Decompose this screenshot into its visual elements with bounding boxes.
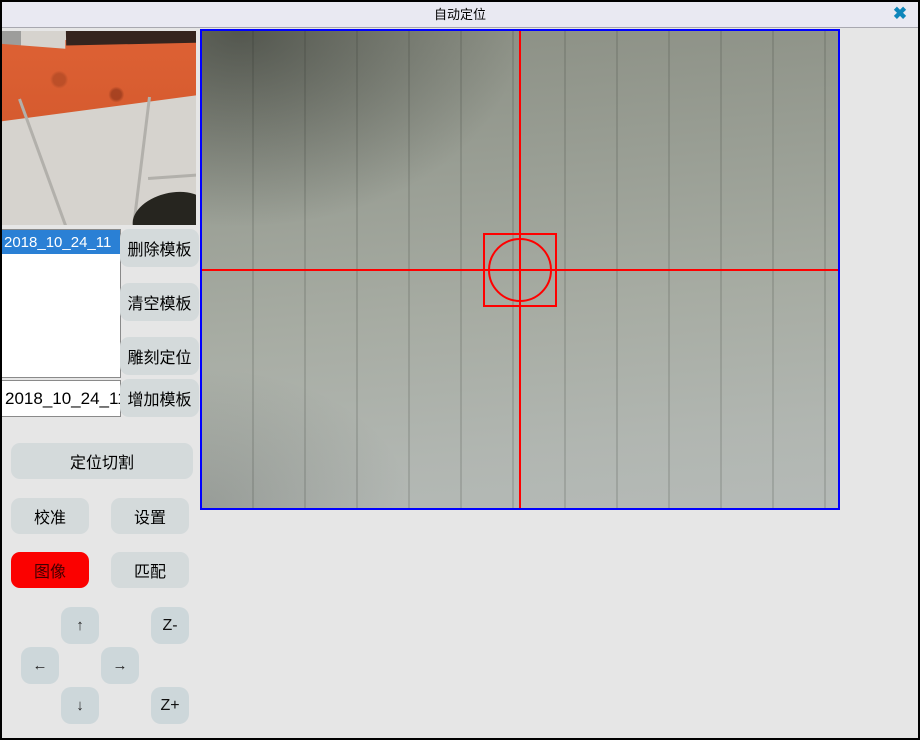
z-minus-button[interactable]: Z- bbox=[151, 607, 189, 644]
image-button[interactable]: 图像 bbox=[11, 552, 89, 588]
thumbnail-orange-beam bbox=[2, 40, 196, 128]
jog-down-button[interactable]: ↓ bbox=[61, 687, 99, 724]
z-plus-button[interactable]: Z+ bbox=[151, 687, 189, 724]
auto-positioning-dialog: 自动定位 ✖ 2018_10_24_11 删除模板 清空模板 雕刻定位 增加模板… bbox=[0, 0, 920, 740]
list-item[interactable]: 2018_10_24_11 bbox=[2, 230, 120, 254]
clear-templates-button[interactable]: 清空模板 bbox=[120, 283, 199, 321]
target-circle bbox=[488, 238, 552, 302]
settings-button[interactable]: 设置 bbox=[111, 498, 189, 534]
title-bar: 自动定位 ✖ bbox=[0, 0, 920, 28]
add-template-button[interactable]: 增加模板 bbox=[120, 379, 199, 417]
calibrate-button[interactable]: 校准 bbox=[11, 498, 89, 534]
window-title: 自动定位 bbox=[434, 4, 486, 23]
camera-view[interactable] bbox=[200, 29, 840, 510]
jog-up-button[interactable]: ↑ bbox=[61, 607, 99, 644]
template-name-field[interactable] bbox=[1, 380, 121, 417]
match-button[interactable]: 匹配 bbox=[111, 552, 189, 588]
template-list[interactable]: 2018_10_24_11 bbox=[1, 229, 121, 378]
close-icon[interactable]: ✖ bbox=[888, 3, 912, 25]
thumbnail-tile-groutline bbox=[148, 173, 196, 180]
thumbnail-tile-groutline bbox=[18, 98, 67, 225]
jog-right-button[interactable]: → bbox=[101, 647, 139, 684]
template-thumbnail bbox=[2, 31, 196, 225]
jog-left-button[interactable]: ← bbox=[21, 647, 59, 684]
locate-cut-button[interactable]: 定位切割 bbox=[11, 443, 193, 479]
delete-template-button[interactable]: 删除模板 bbox=[120, 229, 199, 267]
engrave-locate-button[interactable]: 雕刻定位 bbox=[120, 337, 199, 375]
